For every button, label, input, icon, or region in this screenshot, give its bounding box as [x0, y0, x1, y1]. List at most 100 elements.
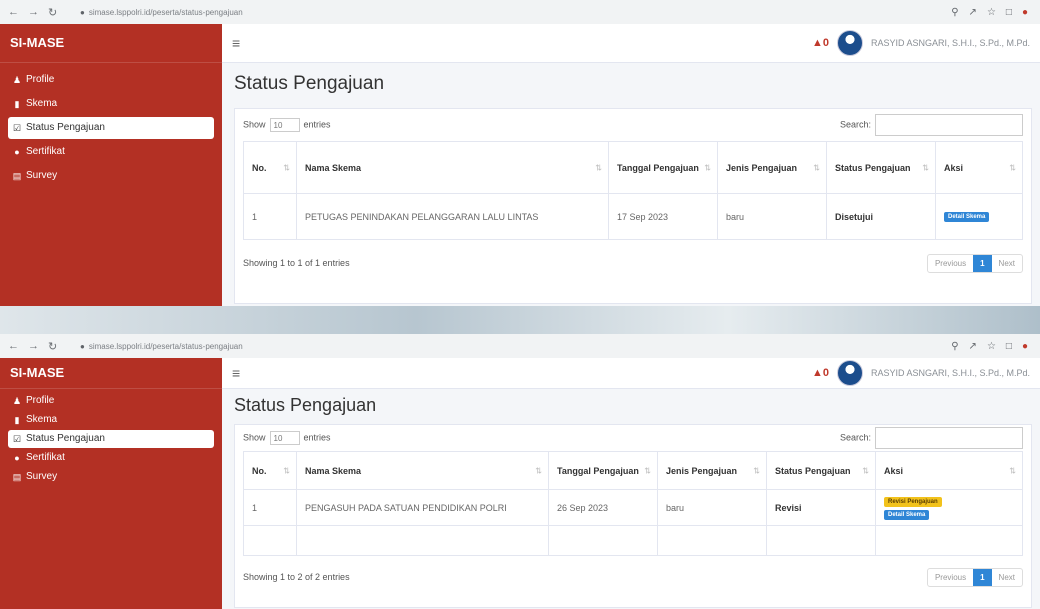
address-bar[interactable]: simase.lsppolri.id/peserta/status-pengaj…	[89, 342, 243, 351]
browser-toolbar: ← → ↻ ● simase.lsppolri.id/peserta/status-p…	[0, 0, 1040, 25]
submissions-table: No. ⇅ Nama Skema ⇅ Tanggal Pengajuan ⇅ Jeni…	[243, 141, 1023, 240]
table-info: Showing 1 to 1 of 1 entries	[243, 258, 350, 268]
cell-empty	[243, 525, 297, 556]
sidebar-item-survey[interactable]: ▤ Survey	[0, 165, 222, 187]
back-icon[interactable]: ←	[8, 340, 19, 353]
search-control: Search:	[840, 427, 1023, 449]
column-header-no[interactable]: No. ⇅	[243, 141, 297, 194]
browser-toolbar: ← → ↻ ● simase.lsppolri.id/peserta/status-p…	[0, 334, 1040, 359]
forward-icon[interactable]: →	[28, 340, 39, 353]
column-header-status[interactable]: Status Pengajuan ⇅	[766, 451, 876, 490]
page-1-button[interactable]: 1	[973, 568, 992, 586]
checkbox-icon: ☑	[12, 123, 22, 133]
reload-icon[interactable]: ↻	[48, 340, 57, 353]
entries-select[interactable]: 10	[269, 431, 300, 445]
sidebar-item-sertifikat[interactable]: ● Sertifikat	[0, 141, 222, 163]
profile-icon[interactable]: ●	[1022, 7, 1028, 18]
column-header-no[interactable]: No. ⇅	[243, 451, 297, 490]
sort-icon: ⇅	[283, 466, 290, 475]
zoom-icon[interactable]: ⚲	[951, 7, 958, 18]
brand-logo[interactable]: SI-MASE	[0, 24, 222, 63]
list-icon: ▤	[12, 472, 22, 482]
next-button[interactable]: Next	[992, 569, 1022, 586]
column-header-aksi[interactable]: Aksi ⇅	[935, 141, 1023, 194]
page-1-button[interactable]: 1	[973, 254, 992, 272]
back-icon[interactable]: ←	[8, 6, 19, 19]
cell-aksi: Revisi Pengajuan Detail Skema	[875, 489, 1023, 526]
pagination: Previous 1 Next	[926, 567, 1023, 587]
sidebar-item-profile[interactable]: ♟ Profile	[0, 69, 222, 91]
cell-nama-skema: PETUGAS PENINDAKAN PELANGGARAN LALU LINT…	[296, 193, 609, 240]
cell-empty	[548, 525, 658, 556]
user-name[interactable]: RASYID ASNGARI, S.H.I., S.Pd., M.Pd.	[871, 368, 1030, 378]
sort-icon: ⇅	[1009, 466, 1016, 475]
checkbox-icon: ☑	[12, 434, 22, 444]
avatar[interactable]	[836, 360, 863, 386]
zoom-icon[interactable]: ⚲	[951, 341, 958, 352]
column-header-tanggal[interactable]: Tanggal Pengajuan ⇅	[608, 141, 718, 194]
menu-toggle-icon[interactable]: ≡	[232, 365, 240, 381]
sort-icon: ⇅	[595, 163, 602, 172]
sidebar-item-skema[interactable]: ▮ Skema	[0, 93, 222, 115]
profile-icon[interactable]: ●	[1022, 341, 1028, 352]
sort-icon: ⇅	[813, 163, 820, 172]
previous-button[interactable]: Previous	[928, 569, 973, 586]
reload-icon[interactable]: ↻	[48, 6, 57, 19]
star-icon[interactable]: ☆	[987, 7, 996, 18]
share-icon[interactable]: ↗	[969, 7, 977, 18]
cell-nama-skema: PENGASUH PADA SATUAN PENDIDIKAN POLRI	[296, 489, 549, 526]
datatable-card: Show 10 entries Search: No. ⇅ Nama Skema ⇅ T…	[234, 424, 1032, 608]
sort-icon: ⇅	[1009, 163, 1016, 172]
sidebar: SI-MASE ♟ Profile ▮ Skema ☑ Status Pengajua…	[0, 358, 222, 609]
column-header-jenis[interactable]: Jenis Pengajuan ⇅	[657, 451, 767, 490]
revisi-pengajuan-button[interactable]: Revisi Pengajuan	[884, 496, 942, 507]
certificate-icon: ●	[14, 453, 20, 463]
search-input[interactable]	[875, 427, 1023, 449]
next-button[interactable]: Next	[992, 255, 1022, 272]
sort-icon: ⇅	[644, 466, 651, 475]
user-name[interactable]: RASYID ASNGARI, S.H.I., S.Pd., M.Pd.	[871, 38, 1030, 48]
detail-skema-button[interactable]: Detail Skema	[884, 509, 930, 520]
entries-select[interactable]: 10	[269, 118, 300, 132]
background-gap	[0, 306, 1040, 334]
user-icon: ♟	[12, 75, 22, 85]
cell-no: 1	[243, 193, 297, 240]
search-input[interactable]	[875, 114, 1023, 136]
column-header-status[interactable]: Status Pengajuan ⇅	[826, 141, 936, 194]
column-header-nama-skema[interactable]: Nama Skema ⇅	[296, 141, 609, 194]
share-icon[interactable]: ↗	[969, 341, 977, 352]
sort-icon: ⇅	[862, 466, 869, 475]
sidepanel-icon[interactable]: □	[1006, 341, 1012, 352]
star-icon[interactable]: ☆	[987, 341, 996, 352]
sidebar-item-sertifikat[interactable]: ● Sertifikat	[0, 449, 222, 467]
avatar[interactable]	[836, 30, 863, 56]
column-header-nama-skema[interactable]: Nama Skema ⇅	[296, 451, 549, 490]
notification-icon[interactable]: ▲0	[812, 37, 829, 49]
sidepanel-icon[interactable]: □	[1006, 7, 1012, 18]
notification-icon[interactable]: ▲0	[812, 367, 829, 379]
detail-skema-button[interactable]: Detail Skema	[944, 212, 990, 222]
sort-icon: ⇅	[753, 466, 760, 475]
sidebar-item-profile[interactable]: ♟ Profile	[0, 392, 222, 410]
column-header-jenis[interactable]: Jenis Pengajuan ⇅	[717, 141, 827, 194]
column-header-tanggal[interactable]: Tanggal Pengajuan ⇅	[548, 451, 658, 490]
sidebar-item-status-pengajuan[interactable]: ☑ Status Pengajuan	[8, 117, 214, 139]
sidebar-item-survey[interactable]: ▤ Survey	[0, 468, 222, 486]
cell-aksi: Detail Skema	[935, 193, 1023, 240]
column-header-aksi[interactable]: Aksi ⇅	[875, 451, 1023, 490]
cell-empty	[296, 525, 549, 556]
menu-toggle-icon[interactable]: ≡	[232, 35, 240, 51]
previous-button[interactable]: Previous	[928, 255, 973, 272]
address-bar[interactable]: simase.lsppolri.id/peserta/status-pengaj…	[89, 8, 243, 17]
sidebar-item-status-pengajuan[interactable]: ☑ Status Pengajuan	[8, 430, 214, 448]
datatable-card: Show 10 entries Search: No. ⇅ Nama Skema ⇅ T…	[234, 108, 1032, 304]
sidebar: SI-MASE ♟ Profile ▮ Skema ☑ Status Pengajua…	[0, 24, 222, 306]
list-icon: ▤	[12, 171, 22, 181]
cell-jenis: baru	[657, 489, 767, 526]
sidebar-item-skema[interactable]: ▮ Skema	[0, 411, 222, 429]
sort-icon: ⇅	[922, 163, 929, 172]
cell-jenis: baru	[717, 193, 827, 240]
brand-logo[interactable]: SI-MASE	[0, 358, 222, 389]
user-icon: ♟	[12, 396, 22, 406]
forward-icon[interactable]: →	[28, 6, 39, 19]
